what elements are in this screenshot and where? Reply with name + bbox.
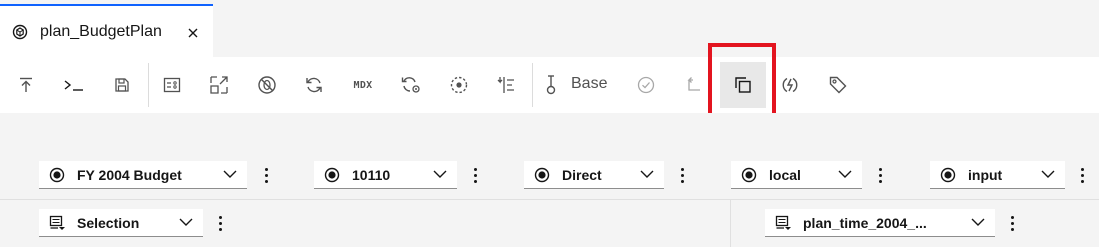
sandbox-label[interactable]: Base [571, 75, 607, 93]
refresh-button[interactable] [294, 65, 334, 105]
overflow-menu-icon[interactable] [213, 212, 227, 234]
subset-icon [49, 215, 65, 230]
chevron-down-icon [838, 170, 852, 178]
dropdown-label: input [968, 167, 1003, 183]
stream-icon [782, 77, 798, 93]
export-button[interactable] [6, 65, 46, 105]
undo-icon [687, 77, 700, 91]
overflow-menu-icon[interactable] [675, 164, 689, 186]
sort-icon [497, 77, 514, 93]
member-icon [49, 167, 65, 183]
chevron-down-icon [971, 218, 985, 226]
tag-icon [829, 76, 847, 94]
save-icon [115, 78, 129, 92]
close-icon[interactable] [186, 26, 200, 40]
context-area: FY 2004 Budget 10110 Direct local input … [0, 113, 1099, 247]
refresh-icon [306, 77, 322, 93]
overflow-menu-icon[interactable] [1075, 164, 1089, 186]
toolbar: MDX Base [0, 57, 1099, 113]
dropdown-department[interactable]: 10110 [314, 161, 457, 189]
resize-button[interactable] [199, 65, 239, 105]
dropdown-label: 10110 [352, 167, 391, 183]
dropdown-label: FY 2004 Budget [77, 167, 182, 183]
member-icon [940, 167, 956, 183]
recalculate-button[interactable] [391, 65, 431, 105]
dropdown-source[interactable]: input [930, 161, 1065, 189]
sandbox-icon [546, 75, 556, 95]
dimension-icon [450, 76, 468, 94]
dimension-button[interactable] [439, 65, 479, 105]
recalculate-icon [401, 77, 420, 93]
overflow-menu-icon[interactable] [468, 164, 482, 186]
commit-icon [637, 76, 655, 94]
dropdown-currency[interactable]: local [731, 161, 862, 189]
dropdown-label: Selection [77, 215, 140, 231]
sort-button[interactable] [486, 65, 526, 105]
chevron-down-icon [1041, 170, 1055, 178]
suppress-zeros-button[interactable] [247, 65, 287, 105]
chevron-down-icon [223, 170, 237, 178]
overflow-menu-icon[interactable] [259, 164, 273, 186]
sandbox-button[interactable] [539, 65, 563, 105]
stream-button[interactable] [770, 65, 810, 105]
dropdown-plan-time[interactable]: plan_time_2004_... [765, 209, 995, 237]
toolbar-separator [148, 63, 149, 107]
subset-icon [775, 215, 791, 230]
member-icon [741, 167, 757, 183]
dropdown-label: Direct [562, 167, 602, 183]
cube-view-icon [12, 24, 28, 40]
member-icon [324, 167, 340, 183]
save-button[interactable] [102, 65, 142, 105]
chevron-down-icon [179, 218, 193, 226]
properties-button[interactable] [152, 65, 192, 105]
commit-button[interactable] [626, 65, 666, 105]
terminal-icon [64, 80, 83, 91]
chevron-down-icon [640, 170, 654, 178]
resize-icon [210, 76, 228, 94]
overflow-menu-icon[interactable] [1005, 212, 1019, 234]
tab-title: plan_BudgetPlan [40, 23, 162, 40]
properties-icon [163, 77, 181, 93]
toolbar-separator [532, 63, 533, 107]
mdx-button[interactable]: MDX [343, 65, 383, 105]
export-icon [20, 77, 32, 92]
dropdown-label: plan_time_2004_... [803, 215, 927, 231]
overflow-menu-icon[interactable] [873, 164, 887, 186]
mdx-icon: MDX [353, 79, 373, 91]
divider [0, 199, 1099, 200]
dropdown-selection[interactable]: Selection [39, 209, 203, 237]
highlight-box [708, 43, 776, 120]
suppress-zeros-icon [258, 76, 276, 94]
dropdown-version[interactable]: FY 2004 Budget [39, 161, 247, 189]
dropdown-label: local [769, 167, 801, 183]
tab-plan-budgetplan[interactable]: plan_BudgetPlan [0, 4, 213, 57]
divider [730, 200, 731, 247]
member-icon [534, 167, 550, 183]
terminal-button[interactable] [54, 65, 94, 105]
tag-button[interactable] [818, 65, 858, 105]
chevron-down-icon [433, 170, 447, 178]
tab-strip: plan_BudgetPlan [0, 0, 1099, 57]
dropdown-exchange-rate[interactable]: Direct [524, 161, 664, 189]
